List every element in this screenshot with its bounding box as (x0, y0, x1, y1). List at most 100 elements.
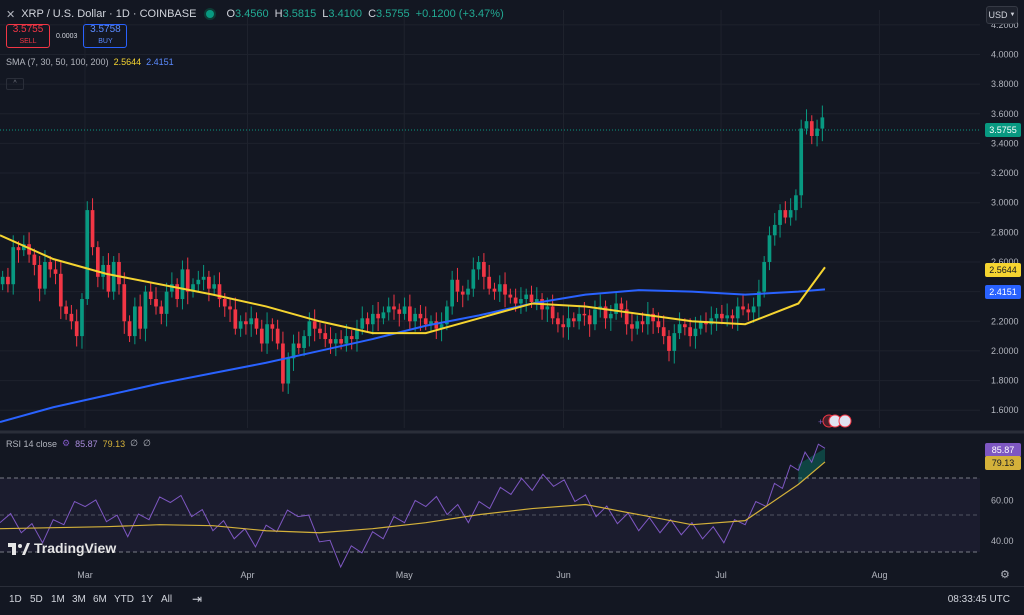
candle-body (466, 288, 470, 295)
candle-body (370, 313, 375, 325)
price-tick-label: 1.6000 (991, 405, 1019, 415)
rsi-legend-name: RSI 14 close (6, 438, 58, 449)
tradingview-logo[interactable]: TradingView (8, 540, 116, 556)
candle (645, 302, 650, 335)
utc-clock[interactable]: 08:33:45 UTC (948, 594, 1010, 605)
candle (794, 189, 798, 221)
candle-body (751, 306, 756, 313)
candle-body (133, 306, 137, 337)
candle-body (259, 328, 264, 344)
time-tick-label: Mar (77, 570, 93, 580)
candle-body (730, 315, 735, 319)
candle-body (556, 318, 560, 325)
currency-selector[interactable]: USD ▼ (986, 6, 1018, 24)
candle (191, 278, 195, 298)
candle (328, 327, 333, 354)
candle-body (85, 210, 90, 300)
candle (614, 291, 618, 320)
candle (164, 282, 169, 327)
candle (804, 109, 809, 135)
rsi-legend-empty-1: ∅ (130, 438, 139, 448)
candle (133, 297, 137, 345)
candle-body (762, 261, 767, 292)
candle (497, 275, 502, 303)
candle-body (365, 318, 370, 325)
collapse-icon[interactable]: ✕ (6, 8, 15, 21)
candle-body (513, 297, 518, 304)
candle (577, 304, 581, 330)
candle-body (529, 294, 534, 303)
candle (746, 303, 751, 321)
candle (767, 226, 772, 271)
candle-body (6, 276, 10, 285)
candle-body (508, 294, 513, 298)
candle-body (48, 261, 53, 270)
candle-body (339, 339, 343, 344)
candle-body (201, 276, 206, 280)
candle-body (455, 279, 460, 292)
timeframe-all[interactable]: All (161, 594, 172, 605)
candle-body (244, 321, 248, 325)
candle (482, 253, 486, 290)
candle-body (233, 309, 238, 329)
timeframe-1y[interactable]: 1Y (141, 594, 153, 605)
rsi-legend-value: 85.87 (75, 438, 98, 449)
timeframe-1m[interactable]: 1M (51, 594, 65, 605)
candle-body (402, 306, 407, 314)
candle-body (286, 358, 291, 384)
rsi-gear-icon[interactable]: ⚙ (62, 438, 70, 449)
candle (820, 105, 825, 142)
candle-body (720, 313, 724, 319)
candle-body (164, 291, 169, 314)
candle-body (397, 309, 402, 314)
sell-button[interactable]: 3.5755 SELL (6, 24, 50, 48)
candle-body (492, 288, 497, 292)
collapse-legend-icon[interactable]: ^ (6, 78, 24, 90)
candle-body (11, 247, 16, 285)
candle-body (249, 318, 254, 325)
candle-body (80, 299, 84, 337)
candle-body (735, 306, 740, 319)
candle-body (788, 210, 793, 218)
candle-body (238, 321, 243, 329)
candle-body (148, 291, 153, 300)
candle-body (127, 321, 132, 337)
timeframe-5d[interactable]: 5D (30, 594, 43, 605)
date-range-icon[interactable]: ⇥ (192, 592, 202, 606)
candle-body (661, 327, 666, 337)
timeframe-6m[interactable]: 6M (93, 594, 107, 605)
candle-body (349, 336, 354, 340)
price-tick-label: 2.0000 (991, 346, 1019, 356)
candle (122, 272, 127, 334)
rsi-legend[interactable]: RSI 14 close ⚙ 85.87 79.13 ∅ ∅ (6, 438, 151, 449)
candle-body (614, 303, 618, 314)
candle-body (566, 318, 571, 328)
rsi-legend-empty-2: ∅ (143, 438, 151, 448)
candle-body (423, 318, 428, 325)
candle (170, 272, 174, 298)
rsi-ma-price-label: 79.13 (985, 456, 1021, 470)
candle (503, 272, 507, 308)
candle-body (809, 121, 814, 136)
candle (281, 331, 285, 392)
candle-body (608, 313, 613, 319)
candle-body (413, 313, 417, 322)
axis-settings-icon[interactable]: ⚙ (1000, 568, 1010, 581)
timeframe-3m[interactable]: 3M (72, 594, 86, 605)
sma-legend[interactable]: SMA (7, 30, 50, 100, 200) 2.5644 2.4151 (6, 57, 174, 67)
candle (355, 319, 359, 352)
candle-body (138, 306, 142, 329)
candle-body (159, 306, 164, 314)
candle (598, 294, 603, 318)
buy-button[interactable]: 3.5758 BUY (83, 24, 128, 48)
candle (312, 309, 317, 342)
timeframe-ytd[interactable]: YTD (114, 594, 134, 605)
price-chart[interactable]: 1.60001.80002.00002.20002.40002.60002.80… (0, 0, 1024, 586)
timeframe-1d[interactable]: 1D (9, 594, 22, 605)
candle (265, 312, 269, 354)
candle (386, 297, 391, 321)
candle-body (254, 318, 259, 329)
candle-body (281, 343, 285, 384)
candle-body (434, 321, 439, 329)
symbol-title[interactable]: XRP / U.S. Dollar · 1D · COINBASE (21, 8, 196, 20)
